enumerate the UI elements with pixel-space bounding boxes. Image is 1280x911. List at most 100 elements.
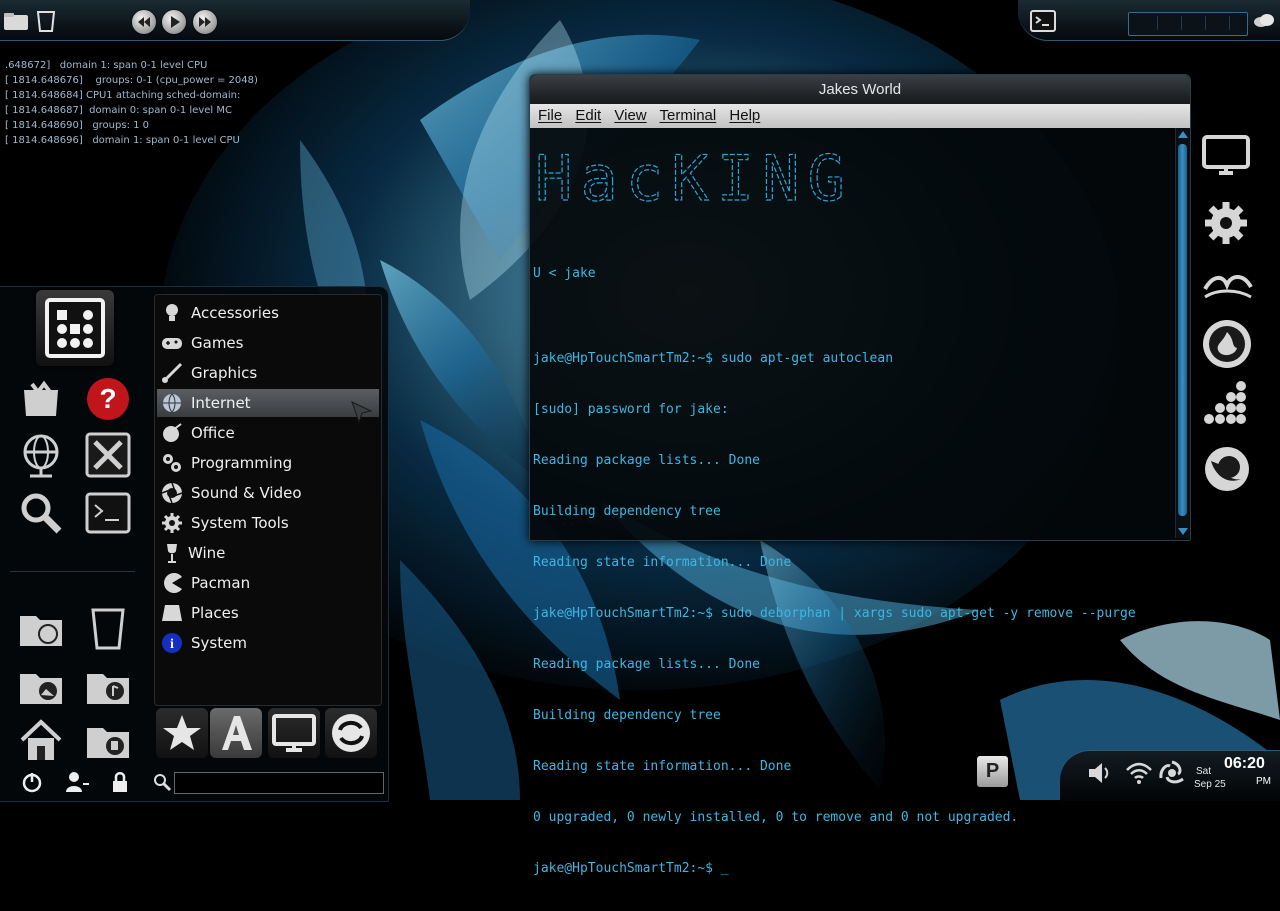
folder-documents-icon[interactable] — [85, 718, 131, 764]
folder-music-icon[interactable] — [85, 664, 131, 710]
boot-log-line: [ 1814.648687] domain 0: span 0-1 level … — [5, 105, 232, 116]
category-programming[interactable]: Programming — [157, 449, 379, 477]
boot-log-line: [ 1814.648676] groups: 0-1 (cpu_power = … — [5, 75, 258, 86]
category-system[interactable]: i System — [157, 629, 379, 657]
scroll-up-icon[interactable] — [1178, 131, 1188, 138]
category-system-tools[interactable]: System Tools — [157, 509, 379, 537]
package-icon[interactable] — [18, 376, 64, 422]
tab-recent[interactable] — [325, 708, 377, 758]
svg-text:?: ? — [99, 383, 116, 414]
network-globe-icon[interactable] — [18, 432, 64, 478]
boot-log-line: [ 1814.648684] CPU1 attaching sched-doma… — [5, 90, 241, 101]
tab-computer[interactable] — [268, 708, 320, 758]
drive-icon — [162, 605, 182, 621]
weather-icon[interactable] — [1252, 11, 1276, 31]
terminal-scrollbar[interactable] — [1175, 128, 1190, 538]
pager-button[interactable]: P — [977, 756, 1008, 787]
boot-log-line: [ 1814.648696] domain 1: span 0-1 level … — [5, 135, 240, 146]
firefox-icon[interactable] — [1203, 445, 1251, 493]
shutdown-icon[interactable] — [18, 770, 46, 794]
gear-icon[interactable] — [1203, 200, 1249, 246]
tab-applications[interactable] — [210, 708, 262, 758]
category-internet[interactable]: Internet — [157, 389, 379, 424]
search-icon — [154, 774, 172, 792]
menu-help[interactable]: Help — [729, 107, 760, 124]
terminal-line: U < jake — [533, 266, 596, 281]
star-icon — [163, 715, 201, 750]
menu-terminal[interactable]: Terminal — [660, 107, 717, 124]
workspace-1[interactable] — [1135, 16, 1158, 30]
category-label: Pacman — [191, 574, 251, 592]
gamepad-icon — [162, 338, 182, 349]
category-label: Programming — [191, 454, 293, 472]
boot-log-line: [ 1814.648690] groups: 1 0 — [5, 120, 150, 131]
workspace-4[interactable] — [1207, 16, 1230, 30]
terminal-line: Reading package lists... Done — [533, 453, 760, 468]
launcher-search — [152, 772, 384, 794]
volume-icon[interactable] — [1086, 760, 1114, 786]
category-graphics[interactable]: Graphics — [157, 359, 379, 387]
terminal-output[interactable]: HacKING U < jake jake@HpTouchSmartTm2:~$… — [530, 128, 1174, 876]
menu-view[interactable]: View — [614, 107, 646, 124]
home-icon[interactable] — [18, 718, 64, 764]
next-track-button[interactable] — [193, 10, 217, 34]
play-button[interactable] — [162, 10, 186, 34]
terminal-lines: U < jake jake@HpTouchSmartTm2:~$ sudo ap… — [533, 231, 1136, 911]
burn-disc-icon[interactable] — [1201, 318, 1253, 370]
folder-pictures-icon[interactable] — [18, 664, 64, 710]
trash-icon[interactable] — [33, 8, 59, 34]
terminal-line: jake@HpTouchSmartTm2:~$ sudo apt-get aut… — [533, 351, 894, 366]
terminal-prompt: jake@HpTouchSmartTm2:~$ _ — [533, 861, 729, 876]
lock-icon[interactable] — [106, 770, 134, 794]
menu-edit[interactable]: Edit — [575, 107, 601, 124]
svg-text:HacKING: HacKING — [535, 144, 845, 206]
next-track-icon — [199, 17, 211, 27]
clock-time[interactable]: 06:20 — [1224, 755, 1265, 773]
workspace-pager[interactable] — [1128, 12, 1248, 36]
wine-glass-icon — [167, 544, 177, 563]
menu-bar: File Edit View Terminal Help — [530, 104, 1190, 128]
scrollbar-thumb[interactable] — [1178, 144, 1187, 516]
terminal-window[interactable]: Jakes World File Edit View Terminal Help… — [529, 74, 1191, 876]
category-games[interactable]: Games — [157, 329, 379, 357]
wifi-icon[interactable] — [1125, 760, 1153, 786]
right-dock — [1195, 125, 1280, 505]
trash-launcher-icon[interactable] — [85, 606, 131, 652]
folder-system-icon[interactable] — [18, 606, 64, 652]
terminal-launcher-icon[interactable] — [85, 490, 131, 536]
office-icon — [163, 423, 182, 442]
terminal-icon[interactable] — [1030, 10, 1056, 32]
svg-text:i: i — [170, 637, 174, 652]
category-sound-video[interactable]: Sound & Video — [157, 479, 379, 507]
category-pacman[interactable]: Pacman — [157, 569, 379, 597]
help-icon[interactable]: ? — [85, 376, 131, 422]
openoffice-icon[interactable] — [1201, 265, 1255, 301]
dots-grid-icon[interactable] — [1201, 380, 1253, 432]
favorites-grid-icon[interactable] — [36, 290, 114, 366]
workspace-3[interactable] — [1183, 16, 1206, 30]
search-icon[interactable] — [18, 490, 64, 536]
category-label: Wine — [188, 544, 226, 562]
tab-favorites[interactable] — [156, 708, 208, 758]
folder-icon[interactable] — [3, 8, 29, 34]
search-input[interactable] — [174, 772, 384, 794]
globe-icon — [163, 393, 181, 413]
workspace-2[interactable] — [1159, 16, 1182, 30]
settings-tools-icon[interactable] — [85, 432, 131, 478]
grid-icon — [45, 298, 105, 358]
category-wine[interactable]: Wine — [157, 539, 379, 567]
monitor-icon[interactable] — [1201, 133, 1255, 181]
applications-letter-icon — [222, 716, 252, 750]
category-label: System — [191, 634, 247, 652]
category-places[interactable]: Places — [157, 599, 379, 627]
logout-user-icon[interactable] — [63, 770, 91, 794]
prev-track-button[interactable] — [132, 10, 156, 34]
boot-log-line: .648672] domain 1: span 0-1 level CPU — [5, 60, 208, 71]
category-office[interactable]: Office — [157, 419, 379, 447]
update-notifier-icon[interactable] — [1158, 760, 1186, 786]
menu-file[interactable]: File — [538, 107, 562, 124]
window-title[interactable]: Jakes World — [530, 75, 1190, 104]
category-accessories[interactable]: Accessories — [157, 299, 379, 327]
terminal-line: Reading state information... Done — [533, 759, 792, 774]
scroll-down-icon[interactable] — [1178, 528, 1188, 535]
